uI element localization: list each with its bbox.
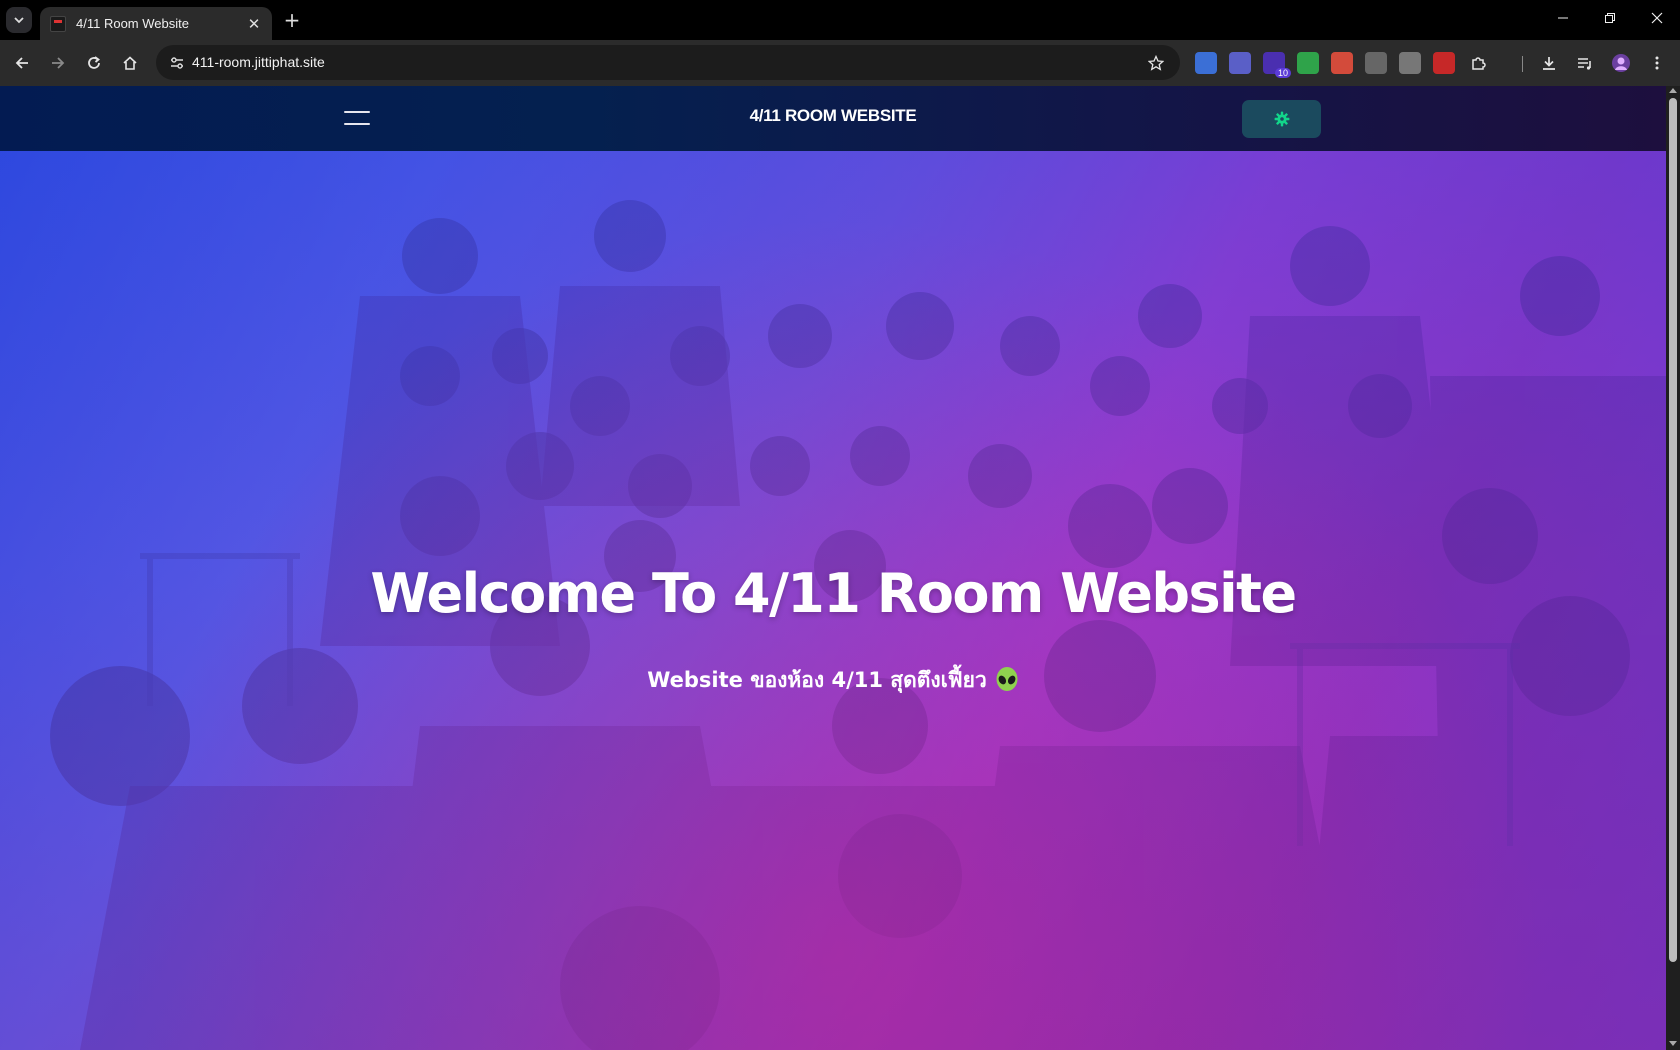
arrow-left-icon [15,57,28,69]
alien-emoji-icon [996,667,1018,691]
toolbar-separator [1522,56,1523,72]
reload-icon [88,56,100,69]
translate-extension-icon[interactable] [1195,52,1217,74]
browser-tab-bar: 4/11 Room Website ✕ + [0,0,1680,40]
site-navbar: 4/11 ROOM WEBSITE [0,86,1666,151]
home-icon [123,56,137,70]
scroll-down-arrow-icon[interactable] [1669,1041,1677,1046]
teams-extension-icon[interactable] [1229,52,1251,74]
gear-icon [1274,111,1289,127]
extension-badge: 10 [1274,68,1291,78]
site-brand-title[interactable]: 4/11 ROOM WEBSITE [0,106,1666,126]
scrollbar-thumb[interactable] [1669,98,1677,962]
download-icon [1543,57,1555,70]
grad-cap-extension-icon[interactable]: 10 [1263,52,1291,78]
restore-icon [1605,13,1615,23]
hero-section: 4/11 ROOM WEBSITE Welcome To 4/11 Room W… [0,86,1666,1050]
close-window-button[interactable] [1634,6,1680,34]
site-favicon-icon [50,15,66,32]
vue-extension-icon[interactable] [1399,52,1421,74]
media-button[interactable] [1570,48,1600,78]
more-vertical-icon [1655,56,1659,70]
reload-button[interactable] [79,48,109,78]
restore-button[interactable] [1587,6,1633,34]
downloads-button[interactable] [1534,48,1564,78]
browser-tab-active[interactable]: 4/11 Room Website ✕ [40,7,272,40]
s-extension-icon[interactable] [1433,52,1455,74]
hero-title: Welcome To 4/11 Room Website [370,562,1297,625]
browser-toolbar: 411-room.jittiphat.site 10 [0,40,1680,86]
shield-extension-icon[interactable] [1297,52,1319,74]
url-text[interactable]: 411-room.jittiphat.site [192,54,325,70]
bookmark-button[interactable] [1144,51,1168,75]
avatar-icon [1612,54,1630,72]
tab-title: 4/11 Room Website [76,16,189,31]
chevron-down-icon [14,17,24,24]
hero-subtitle: Website ของห้อง 4/11 สุดตึงเฟี้ยว [647,668,987,692]
wallet-extension-icon[interactable] [1331,52,1353,74]
profile-avatar[interactable] [1606,48,1636,78]
arrow-right-icon [52,57,65,69]
settings-button[interactable] [1242,100,1321,138]
address-bar[interactable]: 411-room.jittiphat.site [156,45,1180,80]
page-viewport: 4/11 ROOM WEBSITE Welcome To 4/11 Room W… [0,86,1680,1050]
star-icon [1148,55,1164,71]
minimize-button[interactable] [1540,6,1586,34]
forward-button[interactable] [43,48,73,78]
home-button[interactable] [115,48,145,78]
new-tab-button[interactable]: + [280,8,304,32]
minimize-icon [1558,17,1568,19]
browser-menu-button[interactable] [1642,48,1672,78]
playlist-icon [1578,58,1591,70]
close-icon [1651,12,1663,24]
chat-extension-icon[interactable] [1365,52,1387,74]
hero-subtitle-row: Website ของห้อง 4/11 สุดตึงเฟี้ยว [0,664,1666,697]
scroll-up-arrow-icon[interactable] [1669,88,1677,93]
site-info-button[interactable] [164,50,190,76]
back-button[interactable] [7,48,37,78]
page-scrollbar[interactable] [1666,86,1680,1050]
tab-search-button[interactable] [6,7,32,33]
tune-icon [171,57,183,69]
tab-close-icon[interactable]: ✕ [246,15,262,33]
extensions-puzzle-icon[interactable] [1467,52,1489,74]
